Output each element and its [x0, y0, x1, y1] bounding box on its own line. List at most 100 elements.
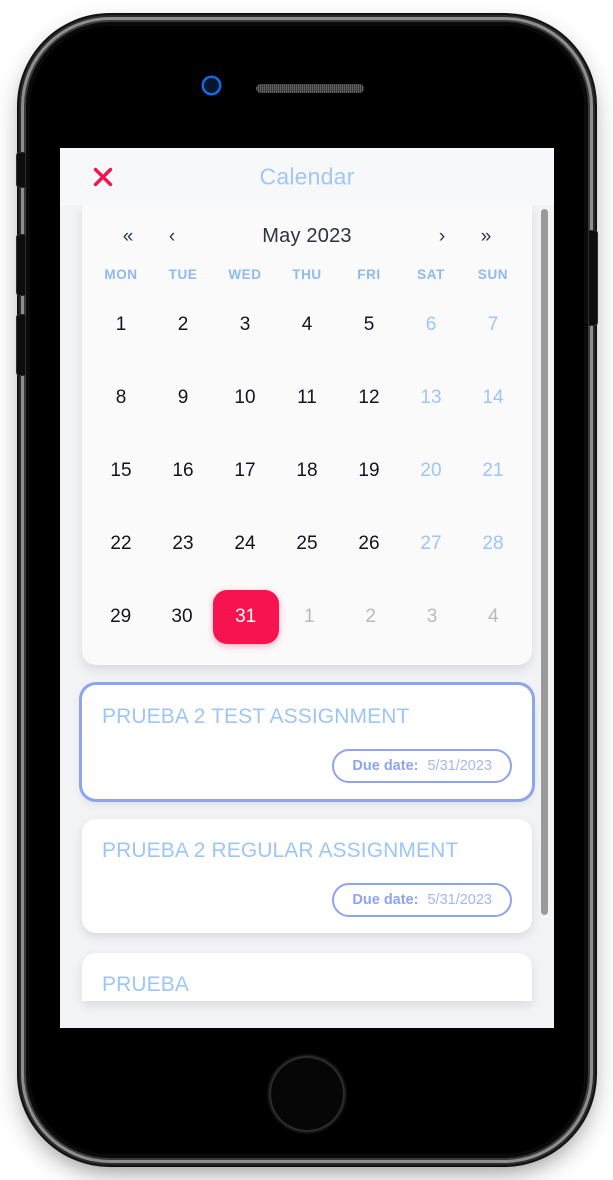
date-label: 29 [110, 606, 132, 627]
due-date-value: 5/31/2023 [427, 892, 492, 908]
date-cell-5[interactable]: 5 [338, 288, 400, 361]
date-cell-12[interactable]: 12 [338, 361, 400, 434]
power-button[interactable] [588, 230, 598, 326]
date-label: 30 [171, 606, 193, 627]
date-cell-2[interactable]: 2 [152, 288, 214, 361]
date-cell-21[interactable]: 21 [462, 434, 524, 507]
month-navigation: « ‹ May 2023 › » [82, 205, 532, 267]
date-cell-17[interactable]: 17 [214, 434, 276, 507]
weekday-label-wed: WED [228, 267, 262, 282]
date-cell-18[interactable]: 18 [276, 434, 338, 507]
date-label: 6 [425, 314, 437, 335]
date-cell-19[interactable]: 19 [338, 434, 400, 507]
date-label: 19 [358, 460, 380, 481]
date-label: 2 [365, 606, 376, 627]
phone-frame: Calendar « ‹ May 2023 › » MON TUE WED THU FR… [16, 22, 598, 1158]
date-cell-27[interactable]: 27 [400, 507, 462, 580]
weekday-header-row: MON TUE WED THU FRI SAT SUN [82, 267, 532, 282]
date-cell-13[interactable]: 13 [400, 361, 462, 434]
date-label: 4 [301, 314, 313, 335]
date-label: 13 [420, 387, 442, 408]
date-week-row: 15 16 17 18 19 20 21 [82, 434, 532, 507]
date-label: 16 [172, 460, 194, 481]
weekday-label-mon: MON [104, 267, 138, 282]
front-camera-icon [204, 78, 219, 93]
date-cell-31[interactable]: 31 [212, 580, 279, 653]
prev-month-button[interactable]: ‹ [150, 227, 194, 246]
date-label: 22 [110, 533, 132, 554]
due-date-badge: Due date: 5/31/2023 [332, 883, 512, 917]
date-cell-16[interactable]: 16 [152, 434, 214, 507]
date-label: 14 [482, 387, 504, 408]
weekday-label-sun: SUN [477, 267, 509, 282]
date-label: 8 [115, 387, 127, 408]
date-label: 23 [172, 533, 194, 554]
date-cell-24[interactable]: 24 [214, 507, 276, 580]
due-date-badge: Due date: 5/31/2023 [332, 749, 512, 783]
date-cell-15[interactable]: 15 [90, 434, 152, 507]
date-cell-3[interactable]: 3 [401, 580, 462, 653]
date-cell-14[interactable]: 14 [462, 361, 524, 434]
date-cell-20[interactable]: 20 [400, 434, 462, 507]
weekday-label-sat: SAT [417, 267, 445, 282]
assignment-card[interactable]: PRUEBA 2 TEST ASSIGNMENT Due date: 5/31/20… [82, 685, 532, 799]
date-label: 24 [234, 533, 256, 554]
scrollbar-track[interactable] [541, 205, 551, 1028]
app-header: Calendar [60, 148, 554, 205]
date-label: 7 [487, 314, 499, 335]
date-week-row: 29 30 31 1 2 3 4 [82, 580, 532, 653]
assignment-card[interactable]: PRUEBA [82, 953, 532, 1001]
assignment-title: PRUEBA [102, 973, 189, 996]
date-cell-9[interactable]: 9 [152, 361, 214, 434]
date-cell-26[interactable]: 26 [338, 507, 400, 580]
due-date-value: 5/31/2023 [427, 758, 492, 774]
volume-down-button[interactable] [16, 314, 26, 376]
assignment-card[interactable]: PRUEBA 2 REGULAR ASSIGNMENT Due date: 5/31… [82, 819, 532, 933]
date-week-row: 8 9 10 11 12 13 14 [82, 361, 532, 434]
date-cell-23[interactable]: 23 [152, 507, 214, 580]
date-week-row: 22 23 24 25 26 27 28 [82, 507, 532, 580]
date-cell-28[interactable]: 28 [462, 507, 524, 580]
home-button-icon[interactable] [269, 1056, 345, 1132]
volume-up-button[interactable] [16, 234, 26, 296]
date-label: 11 [297, 387, 317, 408]
date-cell-6[interactable]: 6 [400, 288, 462, 361]
date-label: 3 [239, 314, 251, 335]
date-cell-1[interactable]: 1 [90, 288, 152, 361]
date-label: 18 [296, 460, 318, 481]
date-cell-8[interactable]: 8 [90, 361, 152, 434]
next-year-button[interactable]: » [464, 227, 508, 246]
date-cell-7[interactable]: 7 [462, 288, 524, 361]
date-cell-11[interactable]: 11 [276, 361, 338, 434]
date-cell-10[interactable]: 10 [214, 361, 276, 434]
weekday-label-fri: FRI [357, 267, 381, 282]
date-label: 1 [115, 314, 127, 335]
date-label: 28 [482, 533, 504, 554]
date-label: 17 [234, 460, 256, 481]
date-cell-25[interactable]: 25 [276, 507, 338, 580]
date-label: 21 [482, 460, 504, 481]
scroll-body[interactable]: « ‹ May 2023 › » MON TUE WED THU FRI SAT SUN 1… [60, 205, 554, 1028]
date-cell-2[interactable]: 2 [340, 580, 401, 653]
date-label: 26 [358, 533, 380, 554]
silent-switch-button[interactable] [16, 152, 26, 188]
date-cell-1[interactable]: 1 [279, 580, 340, 653]
date-cell-3[interactable]: 3 [214, 288, 276, 361]
date-cell-4[interactable]: 4 [463, 580, 524, 653]
assignment-title: PRUEBA 2 REGULAR ASSIGNMENT [102, 839, 459, 862]
next-month-button[interactable]: › [420, 227, 464, 246]
calendar-card: « ‹ May 2023 › » MON TUE WED THU FRI SAT SUN 1… [82, 205, 532, 665]
date-cell-22[interactable]: 22 [90, 507, 152, 580]
scrollbar-thumb[interactable] [541, 209, 548, 915]
due-date-label: Due date: [352, 758, 419, 774]
weekday-label-thu: THU [292, 267, 322, 282]
assignment-title: PRUEBA 2 TEST ASSIGNMENT [102, 705, 410, 728]
date-cell-29[interactable]: 29 [90, 580, 151, 653]
prev-year-button[interactable]: « [106, 227, 150, 246]
date-cell-30[interactable]: 30 [151, 580, 212, 653]
date-label: 10 [234, 387, 256, 408]
date-label: 20 [420, 460, 442, 481]
earpiece-speaker-icon [256, 84, 364, 93]
date-label: 2 [177, 314, 189, 335]
date-cell-4[interactable]: 4 [276, 288, 338, 361]
